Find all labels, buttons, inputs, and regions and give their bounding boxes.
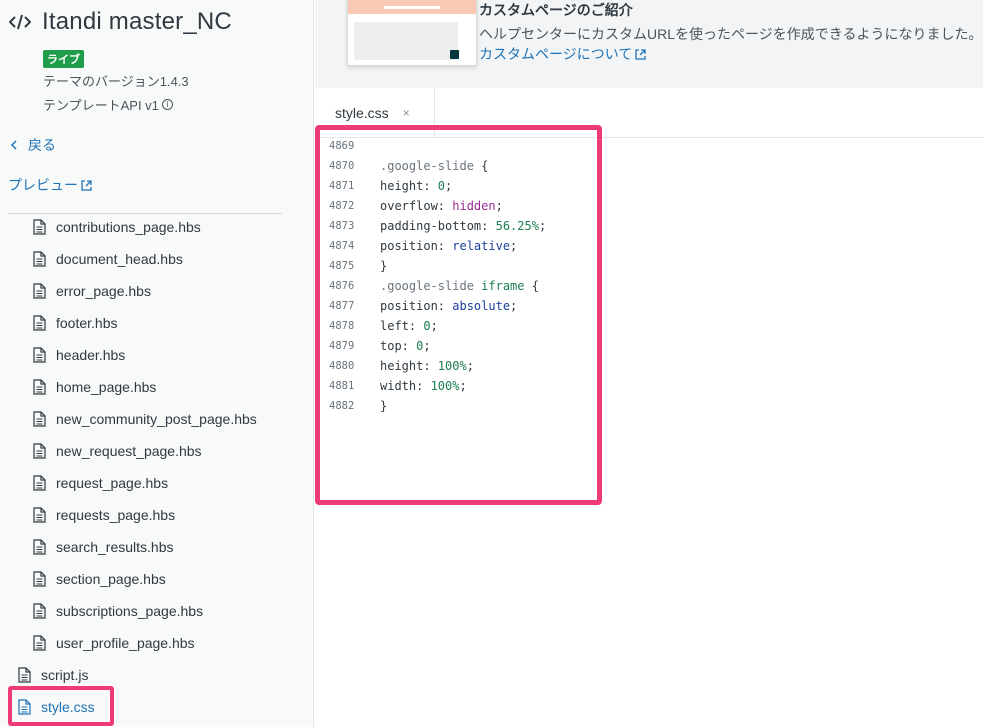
file-item[interactable]: request_page.hbs (33, 467, 168, 499)
file-icon (33, 538, 47, 556)
code-icon (8, 10, 32, 34)
file-icon (33, 250, 47, 268)
sidebar: Itandi master_NC ライブ テーマのバージョン1.4.3 テンプレ… (0, 0, 314, 727)
live-badge: ライブ (43, 50, 84, 68)
file-name: footer.hbs (56, 315, 118, 331)
file-name: request_page.hbs (56, 475, 169, 491)
template-api: テンプレートAPI v1 i (43, 95, 173, 114)
file-name: header.hbs (56, 347, 126, 363)
preview-link[interactable]: プレビュー (8, 175, 92, 195)
file-name: script.js (41, 667, 89, 683)
file-item[interactable]: document_head.hbs (33, 243, 183, 275)
promo-link[interactable]: カスタムページについて (479, 44, 646, 64)
annotation-highlight-code (315, 125, 602, 505)
file-name: search_results.hbs (56, 539, 174, 555)
file-item[interactable]: error_page.hbs (33, 275, 151, 307)
external-link-icon (81, 179, 92, 191)
file-icon (33, 634, 47, 652)
file-item[interactable]: new_community_post_page.hbs (33, 403, 257, 435)
file-icon (33, 410, 47, 428)
info-icon[interactable]: i (161, 99, 173, 110)
preview-label: プレビュー (8, 177, 78, 193)
annotation-highlight-style-css (8, 686, 114, 726)
thumb-body (354, 22, 458, 60)
promo-description: ヘルプセンターにカスタムURLを使ったページを作成できるようになりました。 (479, 26, 983, 42)
file-item[interactable]: user_profile_page.hbs (33, 627, 195, 659)
file-item[interactable]: section_page.hbs (33, 563, 166, 595)
file-icon (33, 378, 47, 396)
file-icon (33, 346, 47, 364)
close-icon[interactable]: × (403, 106, 410, 120)
chevron-left-icon (10, 137, 18, 153)
file-item[interactable]: home_page.hbs (33, 371, 156, 403)
file-item[interactable]: header.hbs (33, 339, 125, 371)
file-icon (33, 218, 47, 236)
promo-thumbnail (347, 0, 477, 66)
file-name: home_page.hbs (56, 379, 157, 395)
file-name: section_page.hbs (56, 571, 166, 587)
file-icon (33, 474, 47, 492)
theme-title: Itandi master_NC (42, 8, 232, 35)
file-name: contributions_page.hbs (56, 219, 201, 235)
file-item[interactable]: footer.hbs (33, 307, 118, 339)
file-icon (33, 282, 47, 300)
file-item[interactable]: search_results.hbs (33, 531, 174, 563)
chat-icon (450, 50, 459, 59)
file-icon (33, 506, 47, 524)
theme-header: Itandi master_NC (8, 8, 232, 36)
file-icon (33, 314, 47, 332)
file-name: new_community_post_page.hbs (56, 411, 257, 427)
file-name: requests_page.hbs (56, 507, 176, 523)
template-api-label: テンプレートAPI v1 (43, 98, 159, 113)
file-icon (33, 602, 47, 620)
file-item[interactable]: new_request_page.hbs (33, 435, 202, 467)
file-item[interactable]: contributions_page.hbs (33, 211, 201, 243)
external-link-icon (635, 48, 646, 60)
file-icon (33, 570, 47, 588)
file-item[interactable]: requests_page.hbs (33, 499, 175, 531)
promo-link-label: カスタムページについて (479, 46, 633, 62)
main-panel: カスタムページのご紹介 ヘルプセンターにカスタムURLを使ったページを作成できる… (315, 0, 983, 727)
promo-title: カスタムページのご紹介 (479, 2, 633, 18)
file-name: document_head.hbs (56, 251, 183, 267)
file-icon (33, 442, 47, 460)
file-item[interactable]: subscriptions_page.hbs (33, 595, 203, 627)
file-name: user_profile_page.hbs (56, 635, 195, 651)
file-icon (18, 666, 32, 684)
file-name: new_request_page.hbs (56, 443, 202, 459)
back-link[interactable]: 戻る (10, 135, 56, 155)
thumb-header-line (384, 6, 440, 9)
theme-version: テーマのバージョン1.4.3 (43, 74, 189, 89)
file-name: subscriptions_page.hbs (56, 603, 204, 619)
back-label: 戻る (28, 137, 56, 153)
tab-label: style.css (335, 105, 389, 121)
file-name: error_page.hbs (56, 283, 151, 299)
custom-page-promo: カスタムページのご紹介 ヘルプセンターにカスタムURLを使ったページを作成できる… (315, 0, 983, 88)
